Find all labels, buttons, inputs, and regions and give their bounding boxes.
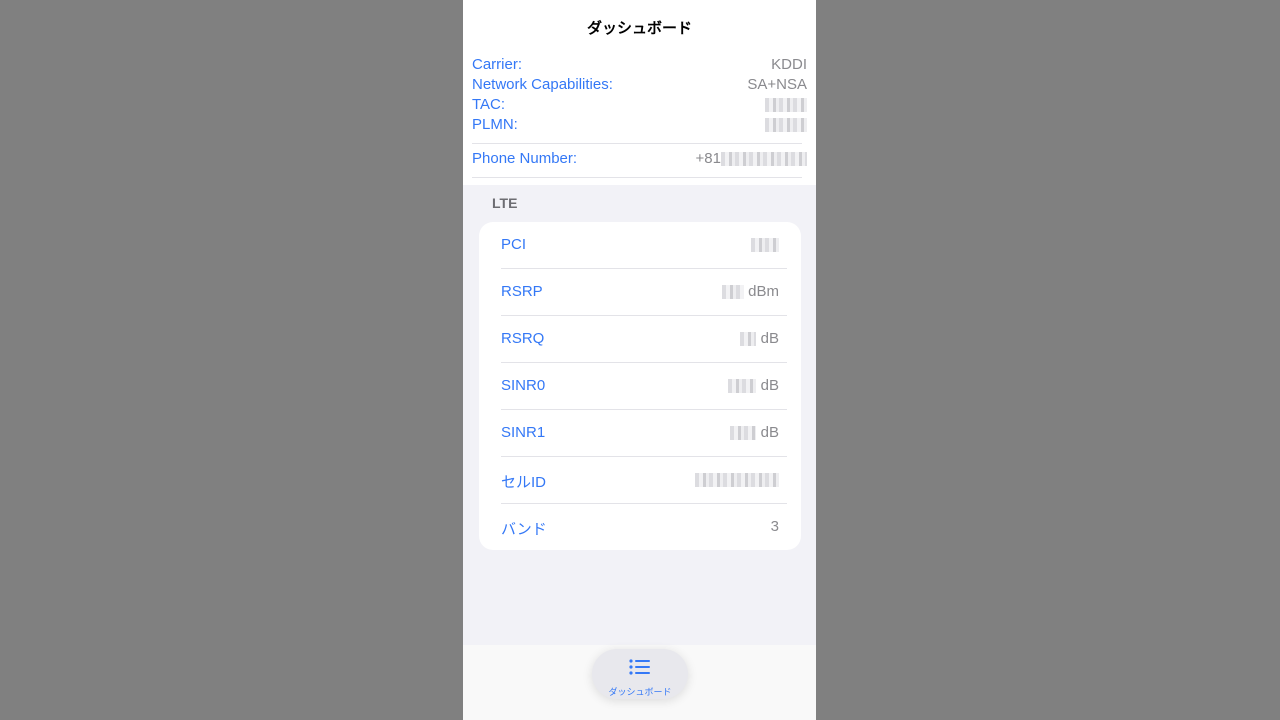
band-label: バンド xyxy=(501,521,547,538)
sinr0-label: SINR0 xyxy=(501,377,546,394)
list-icon xyxy=(629,659,650,675)
lte-row-rsrq[interactable]: RSRQ dB xyxy=(501,316,787,363)
lte-section-header: LTE xyxy=(492,195,518,211)
phone-number-value: +81 xyxy=(696,150,807,167)
divider xyxy=(472,177,802,178)
pci-redacted-value xyxy=(751,236,779,253)
tac-redacted-value xyxy=(765,96,807,113)
pci-label: PCI xyxy=(501,236,527,253)
network-capabilities-row: Network Capabilities: SA+NSA xyxy=(472,76,807,96)
band-value: 3 xyxy=(770,518,779,535)
cell-id-redacted-value xyxy=(695,471,779,488)
page-title: ダッシュボード xyxy=(586,20,692,37)
carrier-value: KDDI xyxy=(771,56,807,73)
rsrq-unit: dB xyxy=(760,330,779,347)
tab-dashboard[interactable]: ダッシュボード xyxy=(592,649,688,699)
tab-bar: ダッシュボード xyxy=(463,645,816,720)
rsrp-value: dBm xyxy=(721,283,779,300)
plmn-row: PLMN: xyxy=(472,116,807,136)
sinr1-label: SINR1 xyxy=(501,424,546,441)
rsrq-label: RSRQ xyxy=(501,330,545,347)
carrier-info-panel: ダッシュボード Carrier: KDDI Network Capabiliti… xyxy=(463,0,816,185)
rsrp-label: RSRP xyxy=(501,283,543,300)
plmn-redacted-value xyxy=(765,116,807,133)
carrier-row: Carrier: KDDI xyxy=(472,56,807,76)
tac-row: TAC: xyxy=(472,96,807,116)
sinr0-value: dB xyxy=(728,377,779,394)
lte-card: PCI RSRP dBm RSRQ dB SINR0 dB SINR1 dB セ… xyxy=(479,222,801,550)
phone-number-row: Phone Number: +81 xyxy=(472,150,807,170)
lte-row-rsrp[interactable]: RSRP dBm xyxy=(501,269,787,316)
phone-number-label: Phone Number: xyxy=(472,150,578,167)
phone-prefix: +81 xyxy=(695,150,721,167)
network-capabilities-value: SA+NSA xyxy=(747,76,807,93)
divider xyxy=(472,143,802,144)
lte-row-band[interactable]: バンド 3 xyxy=(501,504,779,550)
lte-row-cell-id[interactable]: セルID xyxy=(501,457,787,504)
lte-row-pci[interactable]: PCI xyxy=(501,222,787,269)
sinr0-unit: dB xyxy=(760,377,779,394)
plmn-label: PLMN: xyxy=(472,116,518,133)
cell-id-label: セルID xyxy=(501,474,547,491)
tac-label: TAC: xyxy=(472,96,506,113)
lte-row-sinr1[interactable]: SINR1 dB xyxy=(501,410,787,457)
phone-screen: ダッシュボード Carrier: KDDI Network Capabiliti… xyxy=(463,0,816,720)
lte-row-sinr0[interactable]: SINR0 dB xyxy=(501,363,787,410)
tab-dashboard-label: ダッシュボード xyxy=(608,687,672,697)
rsrp-unit: dBm xyxy=(748,283,779,300)
sinr1-value: dB xyxy=(730,424,779,441)
sinr1-unit: dB xyxy=(760,424,779,441)
network-capabilities-label: Network Capabilities: xyxy=(472,76,613,93)
rsrq-value: dB xyxy=(740,330,779,347)
carrier-label: Carrier: xyxy=(472,56,523,73)
